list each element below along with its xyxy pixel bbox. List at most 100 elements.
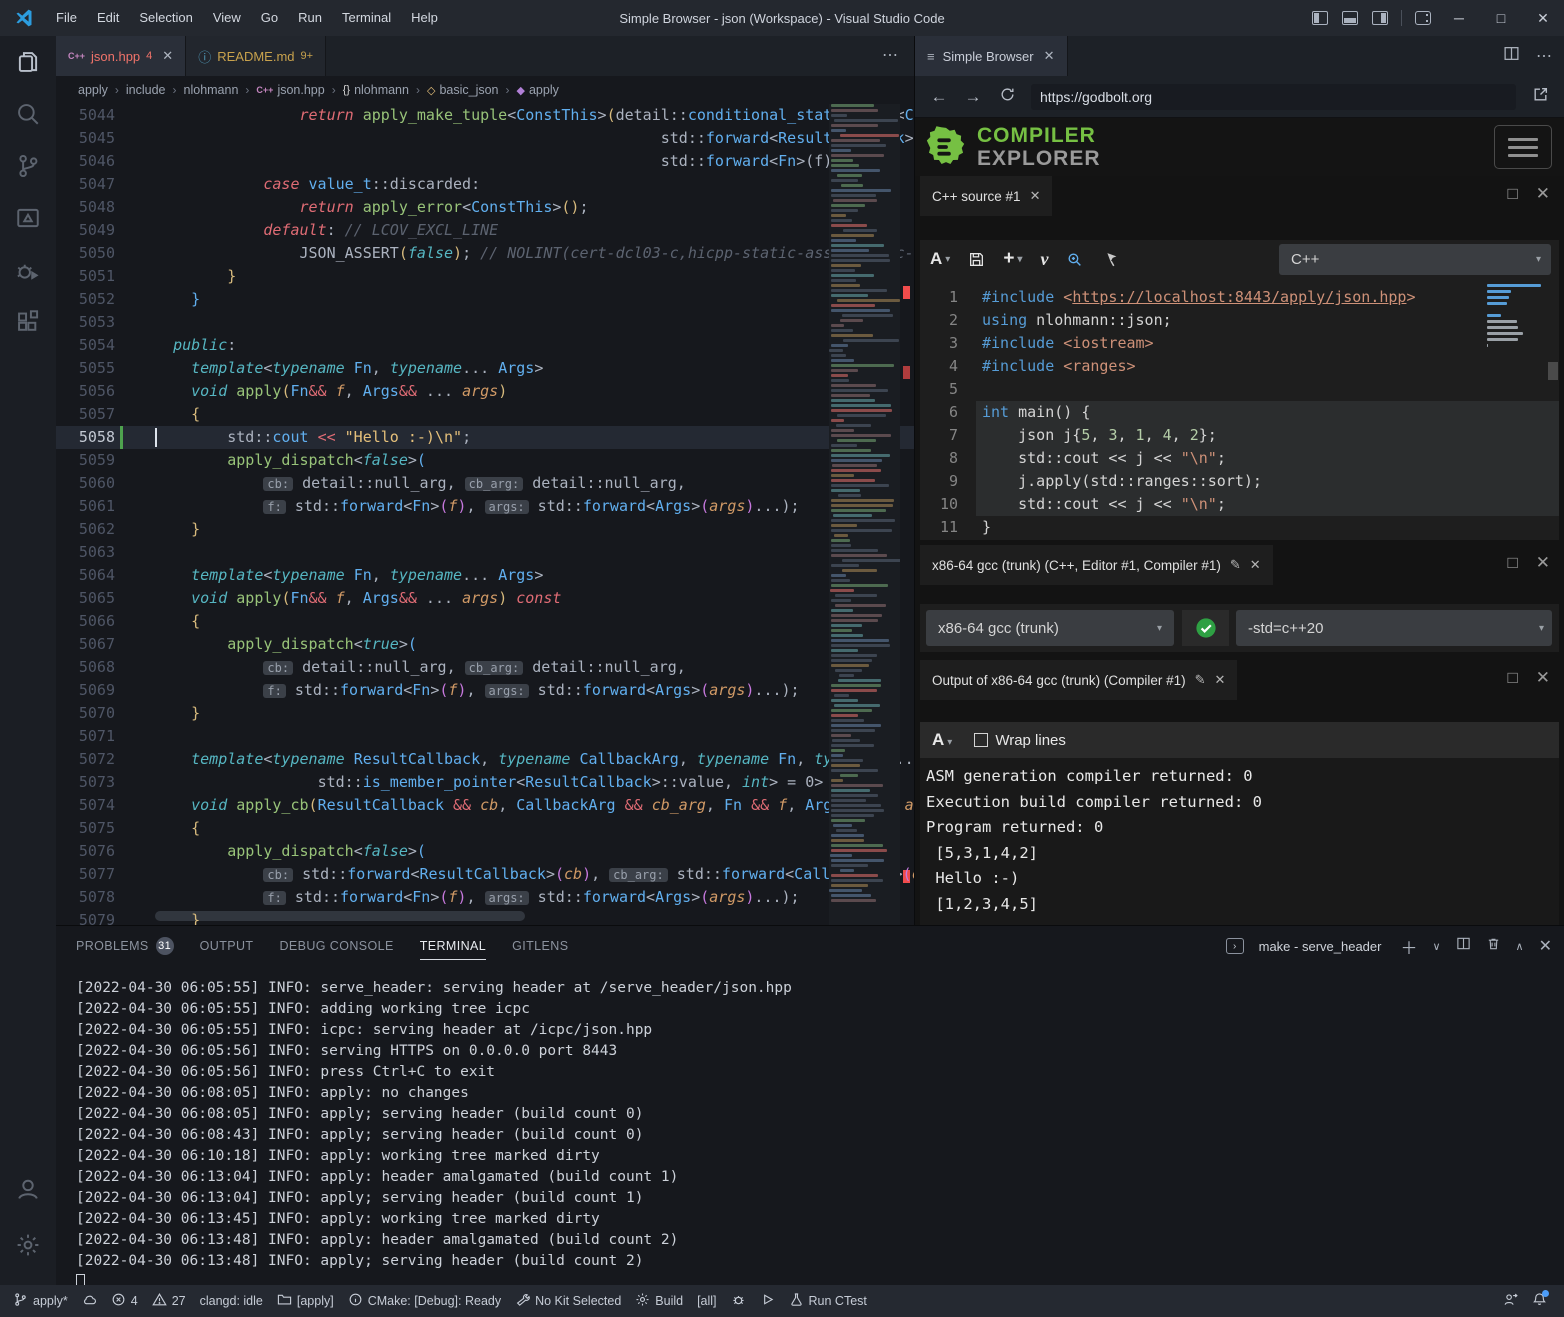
- close-tab-icon[interactable]: ✕: [1044, 48, 1055, 64]
- close-pane-icon[interactable]: ✕: [1250, 557, 1261, 573]
- ce-compiler-tab[interactable]: x86-64 gcc (trunk) (C++, Editor #1, Comp…: [920, 545, 1273, 585]
- sidebar-item-explorer-icon[interactable]: [0, 36, 56, 88]
- compiler-select[interactable]: x86-64 gcc (trunk) ▾: [926, 610, 1174, 646]
- close-pane-icon[interactable]: ✕: [1030, 188, 1041, 204]
- statusbar-run-ctest[interactable]: Run CTest: [782, 1285, 874, 1317]
- forward-icon[interactable]: →: [963, 87, 983, 107]
- statusbar-warning-count[interactable]: 27: [145, 1285, 193, 1317]
- save-icon[interactable]: [968, 251, 985, 268]
- minimap[interactable]: [829, 104, 900, 925]
- statusbar-cmake-folder[interactable]: [apply]: [270, 1285, 341, 1317]
- close-pane-icon[interactable]: ✕: [1536, 668, 1550, 688]
- breadcrumb-item[interactable]: {}nlohmann: [343, 83, 409, 97]
- statusbar-git-branch-status[interactable]: apply*: [6, 1285, 75, 1317]
- close-pane-icon[interactable]: ✕: [1536, 553, 1550, 573]
- breadcrumb-item[interactable]: nlohmann: [184, 83, 239, 97]
- close-window-button[interactable]: ✕: [1522, 0, 1564, 36]
- panel-tab-terminal[interactable]: TERMINAL: [420, 926, 486, 966]
- editor-actions-ellipsis-icon[interactable]: ⋯: [882, 36, 900, 76]
- statusbar-cmake-launch[interactable]: [753, 1285, 782, 1317]
- panel-tab-gitlens[interactable]: GITLENS: [512, 926, 568, 966]
- vim-toggle-icon[interactable]: v: [1040, 249, 1048, 270]
- statusbar-cmake-build[interactable]: Build: [628, 1285, 690, 1317]
- menu-terminal[interactable]: Terminal: [332, 0, 401, 36]
- menu-edit[interactable]: Edit: [87, 0, 129, 36]
- maximize-panel-icon[interactable]: ∧: [1516, 940, 1524, 953]
- ce-source-tab[interactable]: C++ source #1 ✕: [920, 176, 1052, 216]
- close-pane-icon[interactable]: ✕: [1536, 184, 1550, 204]
- maximize-pane-icon[interactable]: □: [1507, 184, 1517, 204]
- toggle-secondary-sidebar-icon[interactable]: [1372, 11, 1388, 25]
- ce-menu-button[interactable]: [1494, 125, 1552, 169]
- statusbar-feedback[interactable]: [1496, 1285, 1525, 1317]
- customize-layout-icon[interactable]: [1415, 11, 1431, 25]
- language-select[interactable]: C++ ▾: [1279, 244, 1551, 275]
- terminal-output[interactable]: [2022-04-30 06:05:55] INFO: serve_header…: [76, 978, 1554, 1285]
- sidebar-item-settings-icon[interactable]: [0, 1219, 56, 1271]
- rename-pane-icon[interactable]: ✎: [1195, 672, 1206, 688]
- add-pane-button[interactable]: +▾: [1003, 248, 1022, 270]
- terminal-dropdown-icon[interactable]: ∨: [1432, 940, 1440, 953]
- minimize-button[interactable]: ─: [1438, 0, 1480, 36]
- code-editor[interactable]: 5044 return apply_make_tuple<ConstThis>(…: [56, 104, 914, 925]
- maximize-pane-icon[interactable]: □: [1507, 668, 1517, 688]
- close-tab-icon[interactable]: ✕: [162, 48, 173, 64]
- ce-output-tab[interactable]: Output of x86-64 gcc (trunk) (Compiler #…: [920, 660, 1237, 700]
- maximize-button[interactable]: □: [1480, 0, 1522, 36]
- sidebar-item-source-control-icon[interactable]: [0, 140, 56, 192]
- statusbar-cmake-kit[interactable]: No Kit Selected: [508, 1285, 628, 1317]
- new-terminal-icon[interactable]: ＋: [1400, 934, 1417, 959]
- breadcrumb-item[interactable]: include: [126, 83, 166, 97]
- back-icon[interactable]: ←: [929, 87, 949, 107]
- statusbar-clangd-status[interactable]: clangd: idle: [193, 1285, 270, 1317]
- breadcrumb-item[interactable]: ◆apply: [517, 83, 559, 97]
- breadcrumb-item[interactable]: apply: [78, 83, 108, 97]
- menu-run[interactable]: Run: [288, 0, 332, 36]
- sidebar-item-search-icon[interactable]: [0, 88, 56, 140]
- tab-simple-browser[interactable]: ≡ Simple Browser ✕: [915, 36, 1068, 76]
- tab-readme-md[interactable]: ⓘREADME.md9+: [186, 36, 326, 76]
- menu-view[interactable]: View: [203, 0, 251, 36]
- ce-source-editor[interactable]: 1#include <https://localhost:8443/apply/…: [920, 278, 1559, 540]
- sidebar-item-extensions-icon[interactable]: [0, 296, 56, 348]
- sidebar-item-account-icon[interactable]: [0, 1163, 56, 1215]
- menu-selection[interactable]: Selection: [129, 0, 202, 36]
- panel-tab-debug-console[interactable]: DEBUG CONSOLE: [279, 926, 393, 966]
- statusbar-publish-changes[interactable]: [75, 1285, 104, 1317]
- split-editor-icon[interactable]: [1503, 45, 1520, 67]
- url-input[interactable]: [1031, 84, 1516, 110]
- statusbar-notifications[interactable]: [1525, 1285, 1554, 1317]
- font-size-button[interactable]: A▾: [930, 249, 950, 269]
- breadcrumb-item[interactable]: ◇basic_json: [427, 83, 499, 97]
- breadcrumb-item[interactable]: C++json.hpp: [256, 83, 324, 97]
- sidebar-item-cmake-icon[interactable]: [0, 192, 56, 244]
- compiler-options-input[interactable]: -std=c++20 ▾: [1236, 610, 1552, 646]
- panel-tab-output[interactable]: OUTPUT: [200, 926, 254, 966]
- wrap-lines-checkbox[interactable]: Wrap lines: [974, 732, 1066, 749]
- ce-minimap[interactable]: [1487, 284, 1543, 374]
- menu-file[interactable]: File: [46, 0, 87, 36]
- close-panel-icon[interactable]: ✕: [1539, 936, 1552, 956]
- more-actions-icon[interactable]: ⋯: [1536, 46, 1554, 66]
- toggle-sidebar-icon[interactable]: [1312, 11, 1328, 25]
- cursor-tool-icon[interactable]: [1101, 251, 1118, 268]
- statusbar-cmake-status[interactable]: CMake: [Debug]: Ready: [341, 1285, 508, 1317]
- statusbar-error-count[interactable]: 4: [104, 1285, 145, 1317]
- font-size-button[interactable]: A▾: [932, 730, 952, 750]
- zoom-icon[interactable]: [1066, 251, 1083, 268]
- terminal-title[interactable]: make - serve_header: [1259, 939, 1382, 954]
- reload-icon[interactable]: [997, 86, 1017, 108]
- panel-tab-problems[interactable]: PROBLEMS31: [76, 926, 174, 966]
- sidebar-item-run-debug-icon[interactable]: [0, 244, 56, 296]
- split-terminal-icon[interactable]: [1456, 936, 1471, 956]
- statusbar-cmake-debug[interactable]: [724, 1285, 753, 1317]
- close-pane-icon[interactable]: ✕: [1215, 672, 1226, 688]
- menu-go[interactable]: Go: [251, 0, 288, 36]
- open-external-icon[interactable]: [1530, 86, 1550, 108]
- statusbar-cmake-target[interactable]: [all]: [690, 1285, 723, 1317]
- toggle-panel-icon[interactable]: [1342, 11, 1358, 25]
- menu-help[interactable]: Help: [401, 0, 448, 36]
- maximize-pane-icon[interactable]: □: [1507, 553, 1517, 573]
- tab-json-hpp[interactable]: C++json.hpp4✕: [56, 36, 186, 76]
- kill-terminal-icon[interactable]: [1486, 936, 1501, 956]
